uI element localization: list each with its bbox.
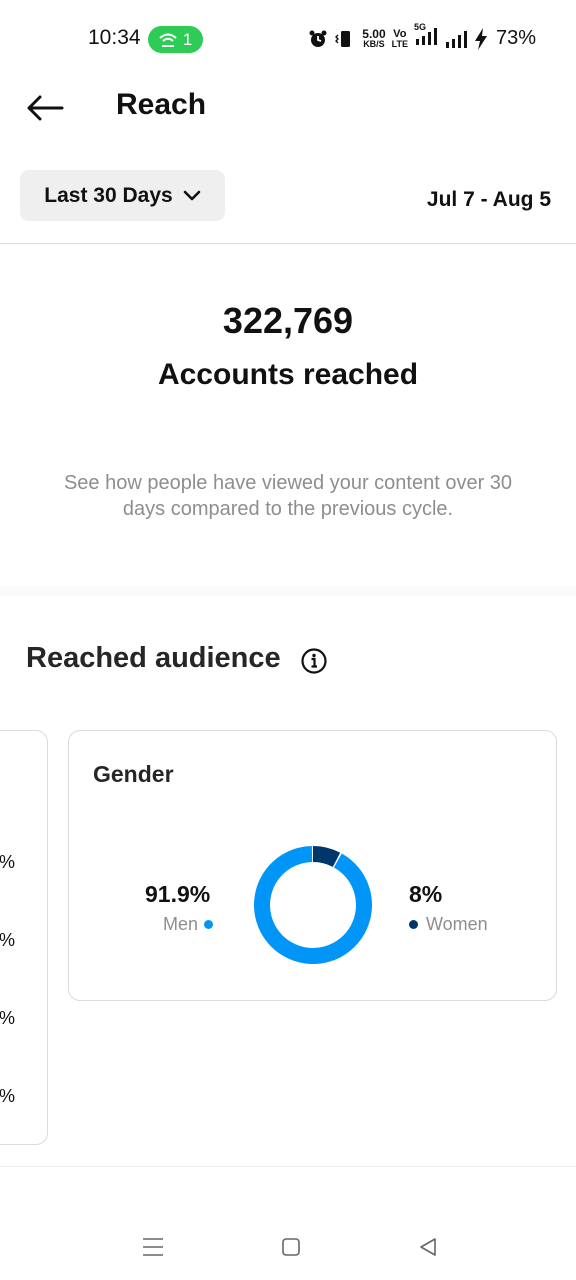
system-nav-bar [0, 1210, 576, 1280]
men-legend: Men [163, 914, 214, 935]
partial-percent: 2% [0, 1086, 16, 1106]
date-filter-label: Last 30 Days [44, 183, 173, 207]
men-legend-dot [204, 920, 214, 929]
partial-percent: 2% [0, 852, 16, 872]
section-separator [0, 586, 576, 596]
back-triangle-icon [420, 1238, 436, 1256]
gender-donut-chart [254, 846, 372, 964]
women-percent: 8% [409, 881, 443, 907]
net-speed: 5.00 KB/S [362, 27, 386, 49]
home-button[interactable] [276, 1232, 306, 1262]
status-right-cluster: 5.00 KB/S Vo LTE 5G 73% [308, 22, 536, 51]
men-label: Men [163, 914, 199, 934]
page-title: Reach [116, 88, 207, 121]
divider [0, 243, 576, 244]
alarm-icon [309, 30, 327, 47]
home-square-icon [282, 1238, 300, 1256]
wifi-icon [159, 33, 177, 47]
signal-5g: 5G [414, 22, 438, 51]
reached-audience-title: Reached audience [26, 642, 281, 674]
signal-icon-2 [445, 30, 467, 48]
wifi-count: 1 [182, 29, 193, 49]
women-legend-dot [409, 920, 418, 929]
recent-apps-button[interactable] [138, 1232, 168, 1262]
volte-indicator: Vo LTE [391, 27, 408, 49]
gender-card[interactable]: Gender 91.9% Men 8% Women [68, 730, 557, 1001]
donut-men-segment [254, 846, 372, 964]
vibrate-icon [335, 30, 351, 47]
divider [0, 1166, 576, 1167]
women-legend: Women [409, 914, 488, 935]
back-button[interactable] [22, 90, 68, 126]
status-bar: 10:34 1 5.00 KB/S Vo LTE 5G 73% [0, 0, 576, 78]
info-icon[interactable] [300, 647, 328, 675]
men-percent: 91.9% [145, 881, 211, 907]
partial-percent: 1% [0, 1008, 16, 1028]
gender-title: Gender [93, 761, 174, 787]
date-filter-dropdown[interactable]: Last 30 Days [20, 170, 225, 221]
partial-percent: 1% [0, 930, 16, 950]
system-back-button[interactable] [413, 1232, 443, 1262]
battery-percent: 73% [495, 27, 536, 49]
chevron-down-icon [183, 190, 201, 200]
reach-description: See how people have viewed your content … [63, 472, 513, 520]
wifi-hotspot-badge: 1 [148, 26, 203, 53]
app-header: Reach [0, 78, 576, 138]
status-time: 10:34 [88, 26, 141, 49]
menu-icon [143, 1238, 163, 1256]
date-range: Jul 7 - Aug 5 [426, 188, 551, 211]
accounts-reached-label: Accounts reached [157, 358, 419, 391]
back-arrow-icon [27, 95, 64, 121]
women-label: Women [426, 914, 488, 934]
charging-icon [474, 27, 487, 50]
audience-card-partial[interactable]: 2% 1% 1% 2% [0, 730, 48, 1145]
accounts-reached-count: 322,769 [222, 300, 354, 341]
